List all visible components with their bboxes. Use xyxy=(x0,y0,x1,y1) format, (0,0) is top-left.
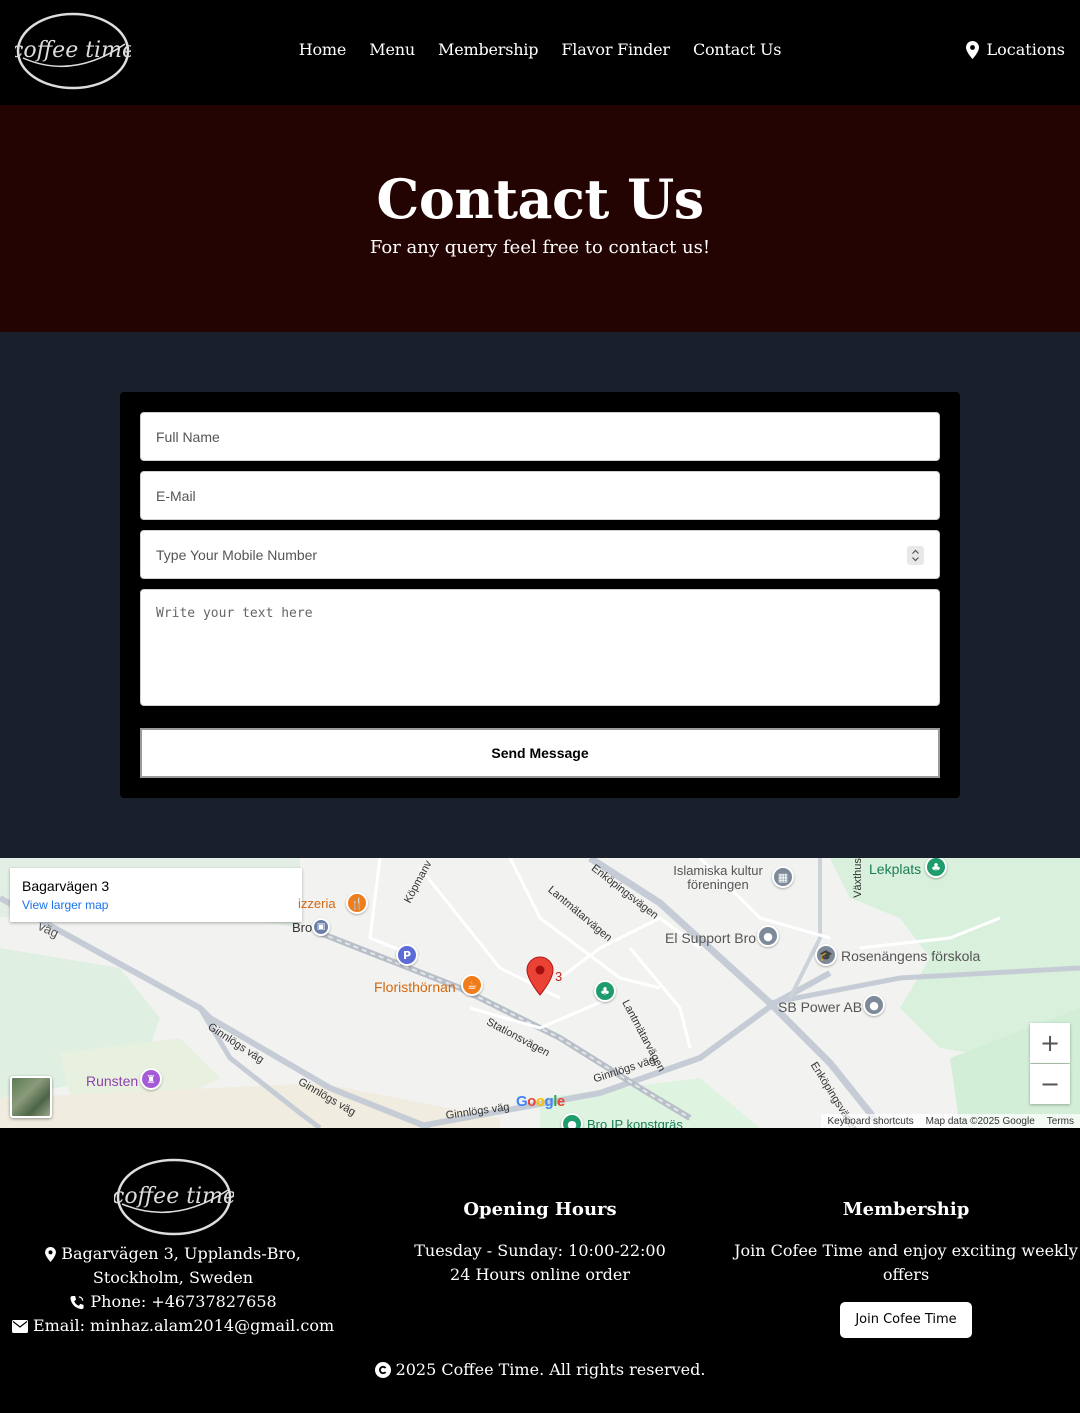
map-pin-icon xyxy=(965,40,979,59)
nav-flavor-finder[interactable]: Flavor Finder xyxy=(561,40,670,59)
map-label-lekplats: Lekplats xyxy=(869,861,922,877)
zoom-out-button[interactable]: − xyxy=(1030,1064,1070,1104)
page-subtitle: For any query feel free to contact us! xyxy=(369,237,711,258)
membership-text: Join Cofee Time and enjoy exciting weekl… xyxy=(734,1241,1078,1284)
message-textarea[interactable]: Write your text here xyxy=(140,589,940,706)
map-label-runsten: Runsten xyxy=(86,1073,139,1089)
map-label-rosenangens: Rosenängens förskola xyxy=(841,948,981,964)
join-button[interactable]: Join Cofee Time xyxy=(840,1302,972,1338)
nav-membership[interactable]: Membership xyxy=(438,40,538,59)
full-name-placeholder: Full Name xyxy=(156,428,220,445)
send-message-button[interactable]: Send Message xyxy=(140,728,940,778)
map-place-name: Bagarvägen 3 xyxy=(22,878,110,894)
footer-address: Bagarvägen 3, Upplands-Bro, Stockholm, S… xyxy=(0,1242,346,1290)
phone-text[interactable]: Phone: +46737827658 xyxy=(90,1292,276,1311)
school-icon[interactable]: 🎓 xyxy=(815,944,837,966)
address-text: Bagarvägen 3, Upplands-Bro, Stockholm, S… xyxy=(61,1244,301,1287)
email-input[interactable]: E-Mail xyxy=(140,471,940,520)
nav-home[interactable]: Home xyxy=(299,40,347,59)
map-label-vaxthus: Växthus xyxy=(851,858,864,898)
embedded-map[interactable]: Bagarvägen 3 View larger map väg izzeria… xyxy=(0,858,1080,1128)
map-label-floristhornan: Floristhörnan xyxy=(374,979,456,995)
site-footer: coffee time Bagarvägen 3, Upplands-Bro, … xyxy=(0,1128,1080,1413)
place-icon[interactable]: ▦ xyxy=(772,866,794,888)
locations-label: Locations xyxy=(986,40,1065,59)
map-footer: Keyboard shortcuts Map data ©2025 Google… xyxy=(821,1114,1080,1128)
email-placeholder: E-Mail xyxy=(156,487,196,504)
cafe-icon[interactable]: ☕ xyxy=(461,974,483,996)
footer-membership: Membership Join Cofee Time and enjoy exc… xyxy=(720,1198,1080,1338)
mobile-number-placeholder: Type Your Mobile Number xyxy=(156,546,318,563)
message-placeholder: Write your text here xyxy=(156,606,313,621)
google-logo: Google xyxy=(516,1093,565,1110)
keyboard-shortcuts-link[interactable]: Keyboard shortcuts xyxy=(827,1116,913,1127)
map-pin-icon xyxy=(45,1247,57,1262)
hero-banner: Contact Us For any query feel free to co… xyxy=(0,105,1080,332)
site-header: coffee time Home Menu Membership Flavor … xyxy=(0,0,1080,105)
train-station-icon[interactable]: ▣ xyxy=(312,918,330,936)
footer-contact: Bagarvägen 3, Upplands-Bro, Stockholm, S… xyxy=(0,1242,346,1338)
footer-opening-hours: Opening Hours Tuesday - Sunday: 10:00-22… xyxy=(360,1198,720,1287)
zoom-in-button[interactable]: + xyxy=(1030,1023,1070,1063)
mobile-number-input[interactable]: Type Your Mobile Number xyxy=(140,530,940,579)
phone-icon xyxy=(70,1295,84,1310)
footer-phone: Phone: +46737827658 xyxy=(0,1290,346,1314)
svg-text:coffee time: coffee time xyxy=(114,1184,234,1209)
copyright-text: 2025 Coffee Time. All rights reserved. xyxy=(395,1360,706,1379)
footer-email: Email: minhaz.alam2014@gmail.com xyxy=(0,1314,346,1338)
footer-coffee-time-logo[interactable]: coffee time xyxy=(114,1156,234,1238)
map-label-pizzeria: izzeria xyxy=(298,896,336,911)
nav-menu[interactable]: Menu xyxy=(369,40,415,59)
copyright-icon xyxy=(374,1361,391,1378)
landmark-icon[interactable]: ♜ xyxy=(140,1068,162,1090)
full-name-input[interactable]: Full Name xyxy=(140,412,940,461)
spinner-arrows-icon xyxy=(912,549,919,562)
map-label-islamiska: Islamiska kultur föreningen xyxy=(673,863,763,892)
map-label-el-support: El Support Bro xyxy=(665,930,757,946)
envelope-icon xyxy=(11,1320,28,1333)
park-icon[interactable]: ♣ xyxy=(594,980,616,1002)
opening-hours-title: Opening Hours xyxy=(463,1199,617,1220)
membership-title: Membership xyxy=(842,1199,970,1220)
map-label-bro-ip: Bro IP konstgräs xyxy=(587,1117,683,1128)
parking-icon[interactable]: P xyxy=(396,944,418,966)
map-label-sb-power: SB Power AB xyxy=(778,999,863,1015)
locations-link[interactable]: Locations xyxy=(965,40,1065,59)
view-larger-map-link[interactable]: View larger map xyxy=(22,898,290,912)
restaurant-icon[interactable]: 🍴 xyxy=(346,892,368,914)
nav-contact-us[interactable]: Contact Us xyxy=(693,40,782,59)
map-label-bro: Bro xyxy=(292,920,313,935)
place-icon[interactable]: ● xyxy=(757,925,779,947)
main-nav: Home Menu Membership Flavor Finder Conta… xyxy=(0,40,1080,59)
hours-line-1: Tuesday - Sunday: 10:00-22:00 xyxy=(414,1241,666,1260)
contact-form: Full Name E-Mail Type Your Mobile Number… xyxy=(120,392,960,798)
copyright: 2025 Coffee Time. All rights reserved. xyxy=(0,1360,1080,1379)
email-text[interactable]: Email: minhaz.alam2014@gmail.com xyxy=(33,1316,334,1335)
hours-line-2: 24 Hours online order xyxy=(450,1265,630,1284)
location-marker-icon[interactable] xyxy=(526,956,554,996)
page-title: Contact Us xyxy=(376,167,704,231)
map-data-credit: Map data ©2025 Google xyxy=(925,1115,1035,1127)
map-place-card: Bagarvägen 3 View larger map xyxy=(10,868,302,922)
place-icon[interactable]: ● xyxy=(863,994,885,1016)
contact-form-section: Full Name E-Mail Type Your Mobile Number… xyxy=(0,332,1080,858)
number-spinner[interactable] xyxy=(907,546,924,565)
marker-label: 3 xyxy=(555,969,563,984)
sports-icon[interactable]: ● xyxy=(561,1113,583,1128)
terms-link[interactable]: Terms xyxy=(1047,1116,1074,1127)
satellite-view-toggle[interactable] xyxy=(10,1076,52,1118)
